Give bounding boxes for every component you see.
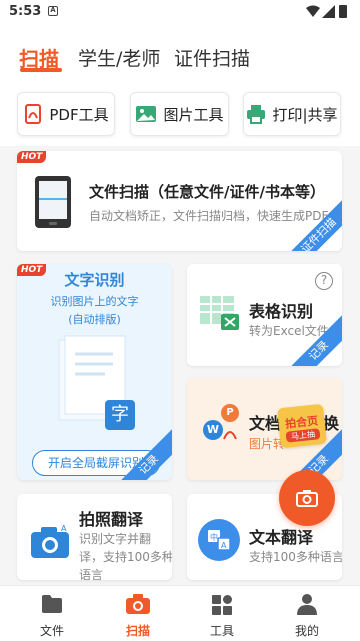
- battery-icon: [339, 5, 347, 18]
- tab-id-scan[interactable]: 证件扫描: [174, 44, 250, 71]
- photo-translate-title: 拍照翻译: [79, 510, 144, 529]
- print-share-label: 打印|共享: [272, 105, 338, 124]
- svg-text:A: A: [221, 541, 227, 550]
- table-recognition-card[interactable]: ? 表格识别 转为Excel文件 记录: [187, 264, 342, 366]
- grid-tools-icon: [212, 595, 232, 615]
- nav-tools[interactable]: 工具: [177, 586, 267, 641]
- hot-badge: HOT: [17, 151, 47, 163]
- help-icon[interactable]: ?: [315, 272, 333, 290]
- excel-table-icon: [200, 296, 239, 330]
- svg-text:中: 中: [210, 532, 218, 542]
- image-tool-button[interactable]: 图片工具: [130, 92, 229, 136]
- notification-icon: A: [48, 6, 58, 16]
- ocr-record-ribbon[interactable]: 记录: [120, 428, 172, 480]
- document-convert-card[interactable]: W P 文档 换 图片转 拍合页 马上抽 记录: [187, 378, 342, 480]
- text-translate-subtitle: 支持100多种语言: [249, 550, 342, 564]
- document-scan-card[interactable]: HOT 文件扫描（任意文件/证件/书本等） 自动文档矫正，文件扫描归档，快速生成…: [17, 151, 342, 251]
- status-time: 5:53: [9, 4, 42, 19]
- nav-me[interactable]: 我的: [262, 586, 352, 641]
- text-recognition-line1: 识别图片上的文字: [50, 295, 139, 308]
- scan-camera-icon: [126, 594, 150, 614]
- photo-translate-line3: 语言: [79, 568, 104, 580]
- photo-translate-card[interactable]: A 拍照翻译 识别文字并翻 译，支持100多种 语言: [17, 494, 172, 580]
- text-translate-title: 文本翻译: [249, 528, 314, 547]
- text-recognition-line2: (自动排版): [68, 313, 121, 326]
- photo-translate-line1: 识别文字并翻: [79, 532, 152, 546]
- ppt-icon: P: [221, 404, 239, 422]
- signal-icon: [322, 5, 335, 18]
- pdf-small-icon: [223, 431, 237, 440]
- pdf-tool-label: PDF工具: [49, 105, 109, 124]
- table-record-ribbon[interactable]: 记录: [290, 314, 342, 366]
- image-tool-label: 图片工具: [163, 105, 224, 124]
- text-recognition-title: 文字识别: [64, 271, 125, 289]
- tab-student-teacher[interactable]: 学生/老师: [78, 44, 160, 71]
- photo-translate-line2: 译，支持100多种: [79, 550, 172, 564]
- user-icon: [297, 594, 317, 615]
- image-icon: [136, 106, 157, 122]
- status-bar: 5:53 A: [0, 0, 360, 24]
- word-icon: W: [203, 420, 223, 440]
- pdf-tool-button[interactable]: PDF工具: [17, 92, 115, 136]
- bottom-nav: 文件 扫描 工具 我的: [0, 585, 360, 641]
- printer-icon: [247, 105, 266, 124]
- pdf-icon: [25, 104, 42, 124]
- nav-files[interactable]: 文件: [7, 586, 97, 641]
- text-translate-icon: 中A: [198, 519, 240, 561]
- svg-text:A: A: [61, 524, 67, 533]
- camera-translate-icon: A: [31, 524, 69, 558]
- nav-scan[interactable]: 扫描: [93, 586, 183, 641]
- wifi-icon: [306, 5, 320, 17]
- camera-fab-button[interactable]: [279, 470, 335, 526]
- char-icon: 字: [105, 400, 135, 430]
- document-convert-title: 文档: [249, 414, 282, 433]
- active-tab-indicator: [20, 68, 62, 72]
- camera-icon: [296, 490, 318, 507]
- scanner-device-icon: [35, 176, 71, 228]
- id-scan-ribbon[interactable]: 证件扫描: [290, 199, 342, 251]
- folder-icon: [42, 595, 62, 613]
- text-recognition-card[interactable]: HOT 文字识别 识别图片上的文字 (自动排版) 字 开启全局截屏识别 记录: [17, 264, 172, 480]
- print-share-button[interactable]: 打印|共享: [243, 92, 341, 136]
